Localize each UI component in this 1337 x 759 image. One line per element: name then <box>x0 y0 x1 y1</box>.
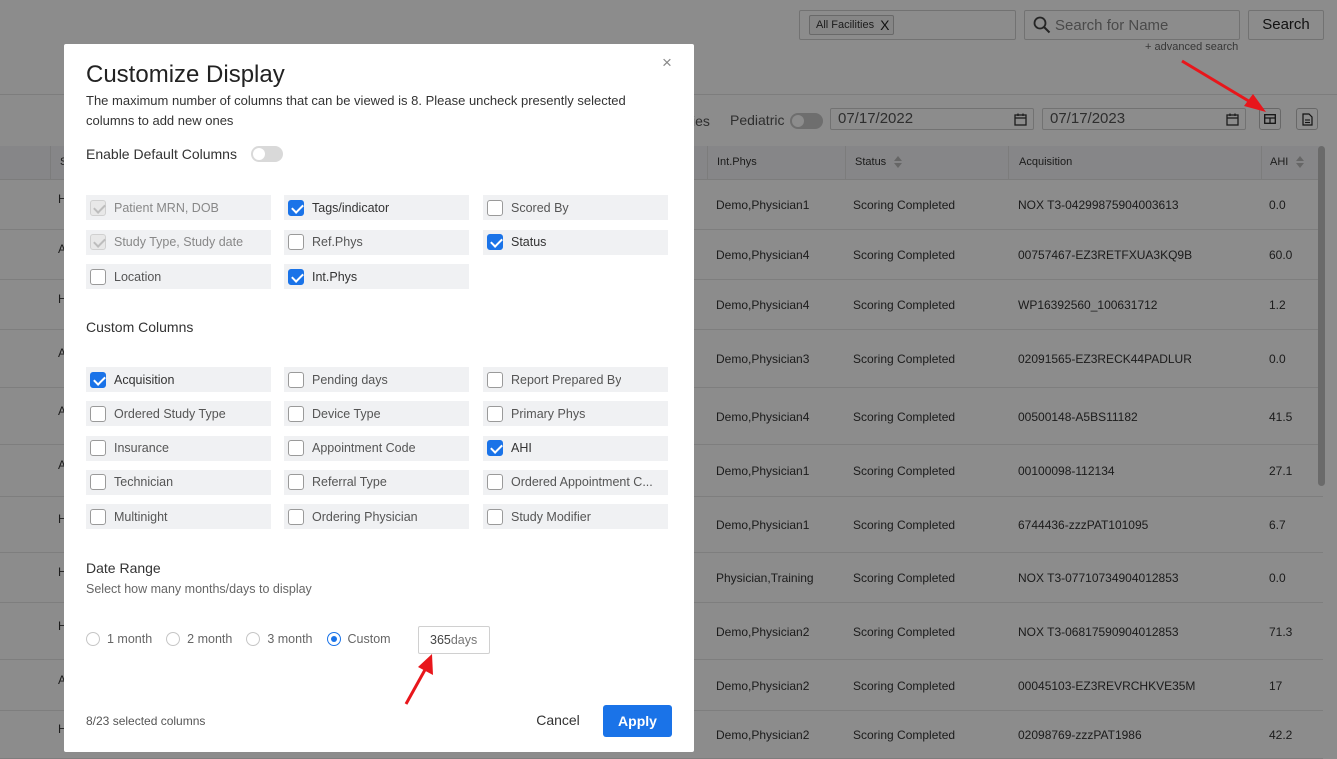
annotation-arrow-days <box>404 654 433 705</box>
annotation-arrows <box>404 59 1266 705</box>
annotation-arrow-columns <box>1181 59 1266 112</box>
